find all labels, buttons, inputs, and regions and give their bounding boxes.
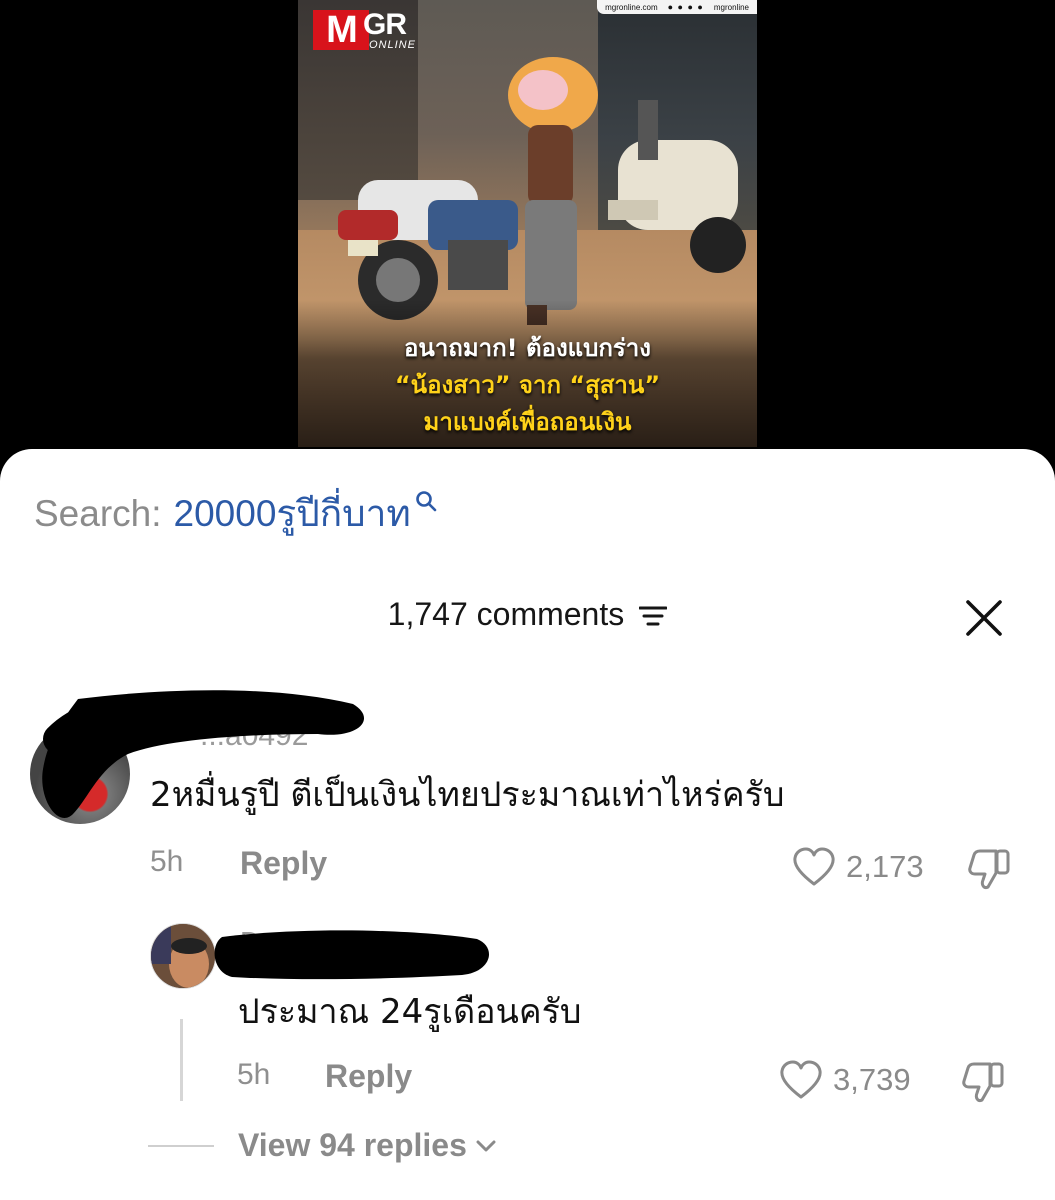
redaction-scribble: [214, 930, 489, 980]
dislike-icon[interactable]: [966, 847, 1012, 895]
person-image: [508, 57, 598, 325]
like-button[interactable]: 2,173: [792, 847, 924, 887]
comments-sheet: Search: 20000รูปีกี่บาท 1,747 comments .…: [0, 449, 1055, 1200]
like-button[interactable]: 3,739: [779, 1060, 911, 1100]
heart-icon[interactable]: [779, 1060, 823, 1100]
reply-button[interactable]: Reply: [325, 1058, 412, 1095]
video-headline: อนาถมาก! ต้องแบกร่าง “น้องสาว” จาก “สุสา…: [298, 330, 757, 441]
comment-meta: 5h Reply 2,173: [150, 845, 1030, 889]
view-replies-button[interactable]: View 94 replies: [148, 1127, 497, 1164]
comments-header: 1,747 comments: [0, 596, 1055, 634]
mgr-logo: M GR ONLINE: [313, 8, 423, 52]
headline-line3: มาแบงค์เพื่อถอนเงิน: [423, 408, 632, 436]
avatar[interactable]: [150, 923, 216, 989]
comment-time: 5h: [150, 845, 184, 878]
dislike-icon[interactable]: [960, 1060, 1006, 1108]
chevron-down-icon[interactable]: [475, 1139, 497, 1153]
search-suggestion[interactable]: Search: 20000รูปีกี่บาท: [34, 489, 437, 539]
search-icon[interactable]: [415, 475, 437, 525]
reply-meta: 5h Reply 3,739: [237, 1058, 1037, 1102]
site-url: mgronline.com: [605, 2, 658, 12]
sort-icon[interactable]: [638, 605, 668, 631]
video-area[interactable]: M GR ONLINE mgronline.com ● ● ● ● mgronl…: [0, 0, 1055, 470]
social-handle: mgronline: [713, 2, 749, 12]
comments-count: 1,747 comments: [387, 596, 625, 632]
like-count: 3,739: [833, 1062, 911, 1097]
reply-button[interactable]: Reply: [240, 845, 327, 882]
thread-line: [180, 1019, 183, 1101]
search-label: Search:: [34, 493, 162, 534]
reply-text: ประมาณ 24รูเดือนครับ: [238, 992, 582, 1032]
logo-sub: ONLINE: [369, 39, 416, 51]
view-replies-label[interactable]: View 94 replies: [238, 1127, 467, 1164]
close-icon[interactable]: [963, 597, 1005, 639]
comment-text: 2หมื่นรูปี ตีเป็นเงินไทยประมาณเท่าไหร่คร…: [150, 775, 785, 815]
heart-icon[interactable]: [792, 847, 836, 887]
social-icons: ● ● ● ●: [667, 2, 704, 12]
search-term[interactable]: 20000รูปีกี่บาท: [174, 489, 411, 539]
divider: [148, 1144, 214, 1147]
scooter-image: [608, 100, 746, 273]
video-frame[interactable]: M GR ONLINE mgronline.com ● ● ● ● mgronl…: [298, 0, 757, 447]
headline-line2: “น้องสาว” จาก “สุสาน”: [394, 371, 661, 399]
source-bar: mgronline.com ● ● ● ● mgronline: [597, 0, 757, 14]
reply-time: 5h: [237, 1058, 271, 1091]
like-count: 2,173: [846, 849, 924, 884]
headline-line1: อนาถมาก! ต้องแบกร่าง: [404, 334, 651, 362]
